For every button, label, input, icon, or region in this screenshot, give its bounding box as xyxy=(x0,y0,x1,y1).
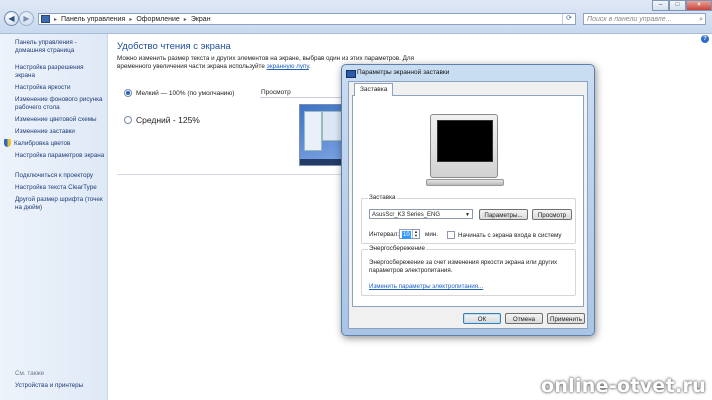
dialog-body: Заставка Заставка AsusScr_K3 Series_ENG … xyxy=(348,81,588,329)
divider xyxy=(260,97,345,98)
breadcrumb-display[interactable]: Экран xyxy=(191,16,211,23)
cancel-button[interactable]: Отмена xyxy=(505,313,543,324)
checkbox[interactable] xyxy=(447,231,455,239)
interval-unit: мин. xyxy=(425,231,439,238)
interval-value: 10 xyxy=(402,230,411,239)
power-settings-link[interactable]: Изменить параметры электропитания... xyxy=(369,283,483,290)
preview-window xyxy=(322,111,342,141)
preview-window xyxy=(304,111,322,151)
see-also-heading: См. также xyxy=(15,370,45,377)
sidebar-item-devices[interactable]: Устройства и принтеры xyxy=(15,382,105,390)
preview-button[interactable]: Просмотр xyxy=(532,209,572,220)
monitor-icon xyxy=(346,70,356,78)
window-controls: – □ × xyxy=(652,0,712,11)
breadcrumb-appearance[interactable]: Оформление xyxy=(136,16,179,23)
resume-checkbox[interactable]: Начинать с экрана входа в систему xyxy=(447,231,562,239)
sidebar-item-resolution[interactable]: Настройка разрешения экрана xyxy=(15,64,105,79)
shield-icon xyxy=(4,139,11,147)
checkbox-label: Начинать с экрана входа в систему xyxy=(458,231,562,239)
address-bar[interactable]: ▸ Панель управления ▸ Оформление ▸ Экран… xyxy=(38,13,576,25)
spin-arrows-icon[interactable]: ▲ ▼ xyxy=(412,230,419,238)
breadcrumb-control-panel[interactable]: Панель управления xyxy=(61,16,125,23)
address-bar-area: ◀ ▶ ▸ Панель управления ▸ Оформление ▸ Э… xyxy=(0,0,712,34)
option-label: Мелкий — 100% (по умолчанию) xyxy=(136,89,235,97)
dialog-title: Параметры экранной заставки xyxy=(357,69,450,76)
apply-button[interactable]: Применить xyxy=(547,313,585,324)
search-icon[interactable]: ⌕ xyxy=(699,14,703,25)
monitor-stand xyxy=(426,179,504,186)
page-title: Удобство чтения с экрана xyxy=(117,41,231,52)
interval-stepper[interactable]: 10 ▲ ▼ xyxy=(399,229,420,239)
tab-panel: Заставка AsusScr_K3 Series_ENG ▼ Парамет… xyxy=(352,95,584,307)
sidebar-item-brightness[interactable]: Настройка яркости xyxy=(15,84,105,92)
group-title: Заставка xyxy=(368,194,397,201)
monitor-preview xyxy=(426,114,504,186)
radio-button[interactable] xyxy=(124,89,132,97)
option-small[interactable]: Мелкий — 100% (по умолчанию) xyxy=(124,89,234,97)
sidebar: Панель управления - домашняя страница На… xyxy=(0,34,108,400)
minimize-button[interactable]: – xyxy=(652,0,669,11)
preview-label: Просмотр xyxy=(261,89,291,96)
interval-label: Интервал: xyxy=(369,231,400,238)
sidebar-item-display-settings[interactable]: Настройка параметров экрана xyxy=(15,152,105,160)
description-suffix: . xyxy=(308,63,311,70)
sidebar-item-cleartype[interactable]: Настройка текста ClearType xyxy=(15,184,105,192)
preview-image xyxy=(299,104,347,166)
sidebar-item-color-scheme[interactable]: Изменение цветовой схемы xyxy=(15,116,105,124)
option-label: Средний - 125% xyxy=(136,115,200,125)
sidebar-item-calibration[interactable]: Калибровка цветов xyxy=(4,139,71,148)
ok-button[interactable]: ОК xyxy=(463,313,501,324)
close-button[interactable]: × xyxy=(686,0,712,11)
sidebar-item-label: Калибровка цветов xyxy=(14,140,71,147)
search-input[interactable]: Поиск в панели управле... ⌕ xyxy=(583,13,706,25)
divider xyxy=(117,174,343,175)
tab-screensaver[interactable]: Заставка xyxy=(354,83,394,96)
sidebar-item-projector[interactable]: Подключиться к проектору xyxy=(15,172,105,180)
breadcrumb-separator: ▸ xyxy=(129,16,133,23)
option-medium[interactable]: Средний - 125% xyxy=(124,115,200,125)
preview-taskbar xyxy=(300,159,346,165)
settings-button[interactable]: Параметры... xyxy=(479,209,528,220)
sidebar-home-link[interactable]: Панель управления - домашняя страница xyxy=(15,39,105,54)
energy-group: Энергосбережение Энергосбережение за сче… xyxy=(361,245,576,296)
magnifier-link[interactable]: экранную лупу xyxy=(267,63,309,70)
chevron-down-icon: ▼ xyxy=(465,212,470,218)
screensaver-select[interactable]: AsusScr_K3 Series_ENG ▼ xyxy=(369,209,473,219)
control-panel-icon xyxy=(41,15,50,23)
forward-button[interactable]: ▶ xyxy=(19,11,34,26)
help-icon[interactable]: ? xyxy=(701,35,709,43)
group-title: Энергосбережение xyxy=(368,245,426,252)
sidebar-item-screensaver[interactable]: Изменение заставки xyxy=(15,128,105,136)
watermark: online-otvet.ru xyxy=(540,375,706,397)
screensaver-group: Заставка AsusScr_K3 Series_ENG ▼ Парамет… xyxy=(361,194,576,244)
sidebar-item-dpi[interactable]: Другой размер шрифта (точек на дюйм) xyxy=(15,196,105,211)
energy-text: Энергосбережение за счет изменения яркос… xyxy=(369,259,558,274)
screensaver-dialog: Параметры экранной заставки Заставка Зас… xyxy=(341,64,595,336)
select-value: AsusScr_K3 Series_ENG xyxy=(372,212,441,218)
breadcrumb-separator: ▸ xyxy=(183,16,187,23)
maximize-button[interactable]: □ xyxy=(669,0,686,11)
breadcrumb-separator: ▸ xyxy=(54,16,58,23)
sidebar-item-wallpaper[interactable]: Изменение фонового рисунка рабочего стол… xyxy=(15,96,105,111)
radio-button[interactable] xyxy=(124,116,132,124)
refresh-icon[interactable]: ⟳ xyxy=(562,14,575,24)
back-button[interactable]: ◀ xyxy=(4,11,19,26)
search-placeholder: Поиск в панели управле... xyxy=(587,16,672,23)
monitor-screen xyxy=(437,120,493,162)
